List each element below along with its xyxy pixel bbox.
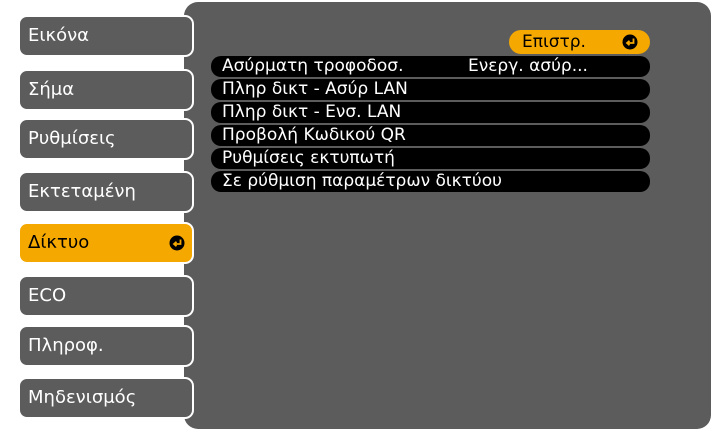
menu-row-label: Πληρ δικτ - Ασύρ LAN [222,79,408,99]
menu-row-value: Ενεργ. ασύρ... [468,56,588,76]
sidebar-item-info[interactable]: Πληροφ. [18,325,194,367]
menu-row-label: Προβολή Κωδικού QR [222,125,406,145]
sidebar-item-label: Σήμα [28,79,75,100]
sidebar-item-eco[interactable]: ECO [18,275,194,317]
enter-icon [169,235,185,251]
back-button-label: Επιστρ. [522,32,586,52]
sidebar-item-extended[interactable]: Εκτεταμένη [18,171,194,213]
sidebar-item-label: Εικόνα [28,25,90,46]
menu-row-label: Ρυθμίσεις εκτυπωτή [222,148,395,168]
sidebar-item-settings[interactable]: Ρυθμίσεις [18,118,194,160]
enter-icon [622,34,638,50]
sidebar-item-network[interactable]: Δίκτυο [18,222,194,264]
projector-menu-screen: Εικόνα Σήμα Ρυθμίσεις Εκτεταμένη Δίκτυο … [0,0,720,433]
menu-row-wireless-power[interactable]: Ασύρματη τροφοδοσ. Ενεργ. ασύρ... [211,56,650,77]
sidebar-item-reset[interactable]: Μηδενισμός [18,377,194,419]
menu-row-label: Ασύρματη τροφοδοσ. [222,56,404,76]
menu-row-printer-settings[interactable]: Ρυθμίσεις εκτυπωτή [211,148,650,169]
sidebar-item-label: ECO [28,285,67,306]
sidebar-item-label: Εκτεταμένη [28,181,136,202]
menu-row-network-config[interactable]: Σε ρύθμιση παραμέτρων δικτύου [211,171,650,192]
sidebar-item-label: Δίκτυο [28,232,90,253]
sidebar-menu: Εικόνα Σήμα Ρυθμίσεις Εκτεταμένη Δίκτυο … [0,0,200,433]
sidebar-item-label: Πληροφ. [28,335,104,356]
back-button[interactable]: Επιστρ. [509,30,650,54]
menu-row-qr-code[interactable]: Προβολή Κωδικού QR [211,125,650,146]
sidebar-item-label: Ρυθμίσεις [28,128,116,149]
menu-row-wired-lan-info[interactable]: Πληρ δικτ - Ενσ. LAN [211,102,650,123]
menu-row-label: Πληρ δικτ - Ενσ. LAN [222,102,402,122]
sidebar-item-signal[interactable]: Σήμα [18,69,194,111]
sidebar-item-label: Μηδενισμός [28,387,137,408]
menu-row-label: Σε ρύθμιση παραμέτρων δικτύου [222,171,502,191]
menu-row-wireless-lan-info[interactable]: Πληρ δικτ - Ασύρ LAN [211,79,650,100]
sidebar-item-image[interactable]: Εικόνα [18,15,194,57]
